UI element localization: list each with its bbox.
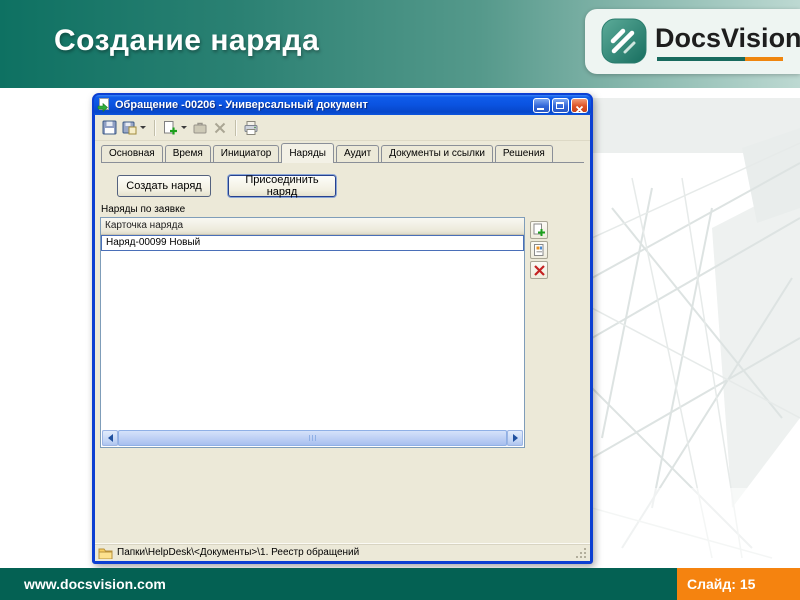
list-action-buttons	[530, 221, 548, 279]
scroll-right-icon	[512, 434, 518, 442]
save-close-icon	[122, 121, 136, 135]
tab-naryady[interactable]: Наряды	[281, 143, 334, 163]
docsvision-logo-icon	[601, 18, 647, 69]
tab-initsiator[interactable]: Инициатор	[212, 145, 280, 162]
horizontal-scrollbar[interactable]	[102, 430, 523, 446]
orders-list-label: Наряды по заявке	[101, 204, 186, 215]
tab-osnovnaya[interactable]: Основная	[101, 145, 163, 162]
save-button[interactable]	[99, 118, 119, 138]
slide-number-badge: Слайд: 15	[677, 568, 800, 600]
column-header-order-card[interactable]: Карточка наряда	[101, 218, 524, 235]
status-path: Папки\HelpDesk\<Документы>\1. Реестр обр…	[117, 547, 360, 558]
resize-grip[interactable]	[575, 547, 587, 559]
logo-underline-orange	[745, 57, 783, 61]
toolbar-separator	[235, 119, 236, 136]
orders-listbox[interactable]: Карточка наряда Наряд-00099 Новый	[100, 217, 525, 448]
window-icon	[97, 98, 111, 112]
properties-row-icon	[534, 244, 544, 256]
toolbar-separator	[154, 119, 155, 136]
close-button[interactable]	[571, 97, 588, 113]
tab-strip: Основная Время Инициатор Наряды Аудит До…	[101, 143, 584, 163]
delete-row-icon	[533, 264, 545, 276]
footer-url: www.docsvision.com	[24, 576, 166, 592]
minimize-icon	[537, 107, 544, 110]
folder-icon	[98, 547, 113, 559]
scrollbar-thumb[interactable]	[118, 430, 507, 446]
scroll-left-button[interactable]	[102, 430, 118, 446]
list-item-order[interactable]: Наряд-00099 Новый	[101, 235, 524, 251]
properties-row-button[interactable]	[530, 241, 548, 259]
slide-footer: www.docsvision.com Слайд: 15	[0, 568, 800, 600]
delete-button[interactable]	[210, 118, 230, 138]
window-titlebar[interactable]: Обращение -00206 - Универсальный докумен…	[94, 95, 591, 115]
add-row-button[interactable]	[530, 221, 548, 239]
scroll-right-button[interactable]	[507, 430, 523, 446]
scroll-left-icon	[107, 434, 113, 442]
briefcase-button[interactable]	[190, 118, 210, 138]
window-title: Обращение -00206 - Универсальный докумен…	[115, 99, 368, 111]
window-statusbar: Папки\HelpDesk\<Документы>\1. Реестр обр…	[95, 543, 590, 561]
new-order-dropdown-icon[interactable]	[181, 126, 187, 129]
delete-icon	[214, 122, 226, 133]
logo-underline-teal	[657, 57, 746, 61]
background-architecture-image	[591, 88, 800, 568]
add-row-icon	[533, 223, 545, 236]
attach-order-button[interactable]: Присоединить наряд	[228, 174, 336, 198]
delete-row-button[interactable]	[530, 261, 548, 279]
docsvision-logo-text: DocsVision	[655, 23, 800, 53]
create-order-button[interactable]: Создать наряд	[117, 175, 211, 197]
slide: Создание наряда DocsVision Обращение -00…	[0, 0, 800, 600]
new-order-button[interactable]	[160, 118, 180, 138]
tab-resheniya[interactable]: Решения	[494, 145, 553, 162]
tab-audit[interactable]: Аудит	[336, 145, 380, 162]
page-title: Создание наряда	[54, 24, 320, 57]
window-toolbar	[95, 115, 590, 141]
print-icon	[244, 120, 258, 135]
document-window: Обращение -00206 - Универсальный докумен…	[92, 93, 593, 564]
maximize-button[interactable]	[552, 97, 569, 113]
logo-underline	[657, 57, 783, 61]
save-dropdown-icon[interactable]	[140, 126, 146, 129]
save-icon	[102, 120, 116, 135]
new-order-icon	[164, 120, 177, 134]
minimize-button[interactable]	[533, 97, 550, 113]
briefcase-icon	[193, 122, 207, 133]
tab-dokumenty-i-ssylki[interactable]: Документы и ссылки	[381, 145, 493, 162]
tab-vremya[interactable]: Время	[164, 145, 211, 162]
print-button[interactable]	[241, 118, 261, 138]
save-close-button[interactable]	[119, 118, 139, 138]
docsvision-logo: DocsVision	[585, 9, 800, 74]
maximize-icon	[556, 101, 564, 109]
